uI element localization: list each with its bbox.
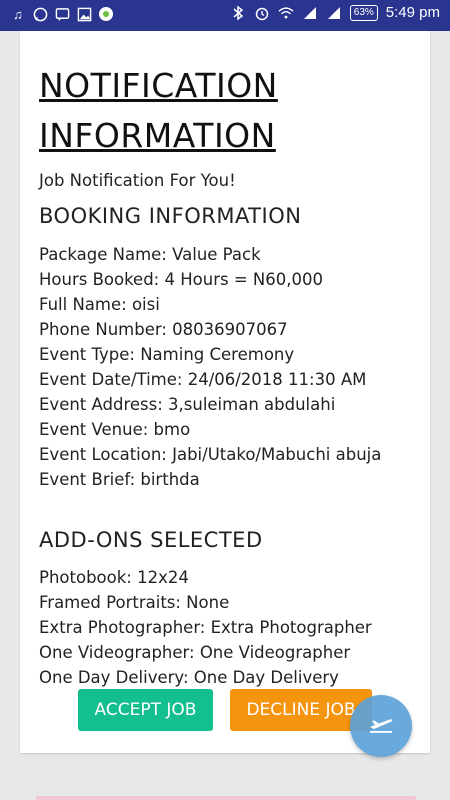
signal-icon bbox=[302, 5, 318, 21]
booking-line: Full Name: oisi bbox=[39, 295, 160, 314]
notification-icons: ♫ bbox=[10, 6, 114, 22]
clock: 5:49 pm bbox=[385, 4, 440, 21]
booking-line: Event Location: Jabi/Utako/Mabuchi abuja bbox=[39, 445, 382, 464]
accept-job-button[interactable]: ACCEPT JOB bbox=[78, 689, 213, 731]
booking-line: Event Type: Naming Ceremony bbox=[39, 345, 295, 364]
music-icon: ♫ bbox=[13, 6, 23, 22]
airplane-icon bbox=[368, 714, 394, 739]
bluetooth-icon bbox=[230, 5, 246, 21]
booking-section-title: BOOKING INFORMATION bbox=[39, 204, 302, 228]
booking-line: Phone Number: 08036907067 bbox=[39, 320, 288, 339]
next-card-edge bbox=[36, 796, 416, 800]
title-line-2: INFORMATION bbox=[39, 116, 276, 155]
addon-line: One Videographer: One Videographer bbox=[39, 643, 351, 662]
addon-line: Photobook: 12x24 bbox=[39, 568, 189, 587]
notification-card: NOTIFICATION INFORMATION Job Notificatio… bbox=[20, 31, 430, 753]
image-icon bbox=[76, 6, 92, 22]
booking-line: Hours Booked: 4 Hours = N60,000 bbox=[39, 270, 323, 289]
booking-line: Event Date/Time: 24/06/2018 11:30 AM bbox=[39, 370, 367, 389]
whatsapp-icon bbox=[32, 6, 48, 22]
booking-line: Event Venue: bmo bbox=[39, 420, 191, 439]
subtitle: Job Notification For You! bbox=[39, 171, 236, 190]
title-line-1: NOTIFICATION bbox=[39, 66, 278, 105]
booking-line: Event Brief: birthda bbox=[39, 470, 200, 489]
booking-line: Event Address: 3,suleiman abdulahi bbox=[39, 395, 336, 414]
message-icon bbox=[54, 6, 70, 22]
app-icon bbox=[98, 6, 114, 22]
floating-action-button[interactable] bbox=[350, 695, 412, 757]
alarm-icon bbox=[254, 5, 270, 21]
wifi-icon bbox=[278, 5, 294, 21]
addon-line: One Day Delivery: One Day Delivery bbox=[39, 668, 339, 687]
addons-section-title: ADD-ONS SELECTED bbox=[39, 528, 263, 552]
addon-line: Framed Portraits: None bbox=[39, 593, 230, 612]
page-title: NOTIFICATION INFORMATION bbox=[39, 61, 278, 161]
booking-line: Package Name: Value Pack bbox=[39, 245, 261, 264]
system-icons: 63% 5:49 pm bbox=[230, 4, 440, 21]
battery-indicator: 63% bbox=[349, 4, 378, 21]
signal-icon bbox=[326, 5, 342, 21]
addon-line: Extra Photographer: Extra Photographer bbox=[39, 618, 372, 637]
status-bar: ♫ 63% 5:49 pm bbox=[0, 0, 450, 31]
